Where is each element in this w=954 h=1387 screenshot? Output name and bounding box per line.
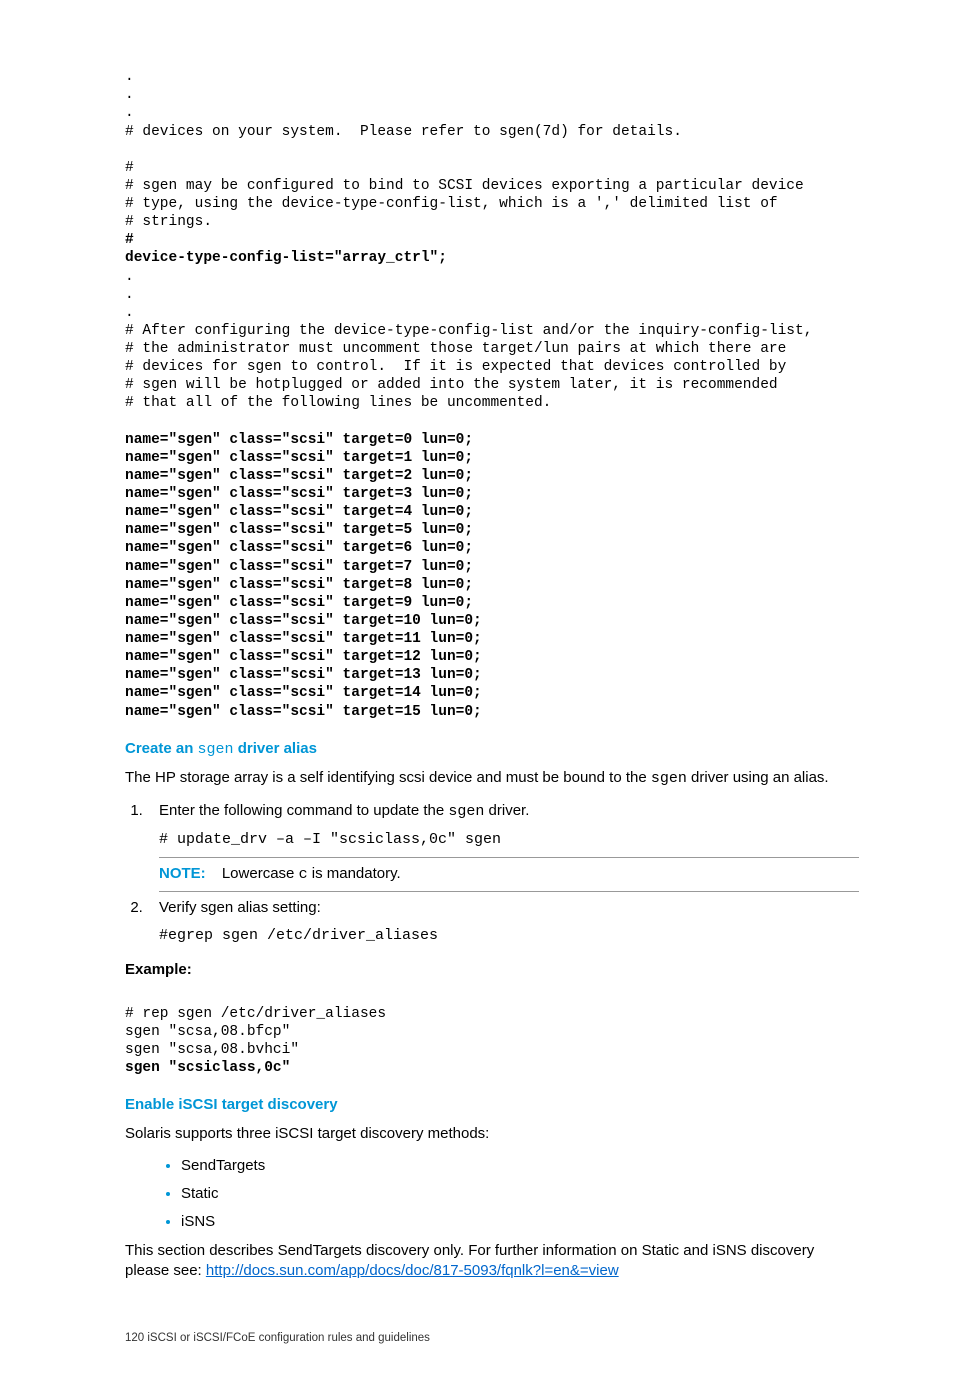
step-1: Enter the following command to update th… [147, 801, 859, 892]
bullet-sendtargets: SendTargets [181, 1156, 859, 1176]
note-label: NOTE: [159, 865, 206, 882]
heading-create-sgen-alias: Create an sgen driver alias [125, 739, 859, 760]
note-box: NOTE: Lowercase c is mandatory. [159, 857, 859, 892]
config-code-block: . . . # devices on your system. Please r… [125, 50, 859, 721]
command-update-drv: # update_drv –a –I "scsiclass,0c" sgen [159, 830, 859, 850]
command-egrep: #egrep sgen /etc/driver_aliases [159, 926, 859, 946]
page-footer: 120 iSCSI or iSCSI/FCoE configuration ru… [125, 1331, 859, 1347]
example-label: Example: [125, 960, 859, 980]
paragraph-sendtargets: This section describes SendTargets disco… [125, 1241, 859, 1282]
docs-link[interactable]: http://docs.sun.com/app/docs/doc/817-509… [206, 1262, 619, 1279]
paragraph-discovery-methods: Solaris supports three iSCSI target disc… [125, 1124, 859, 1144]
paragraph-intro-alias: The HP storage array is a self identifyi… [125, 768, 859, 789]
bullet-list-methods: SendTargets Static iSNS [125, 1156, 859, 1233]
bullet-static: Static [181, 1184, 859, 1204]
steps-list: Enter the following command to update th… [125, 801, 859, 946]
bullet-isns: iSNS [181, 1212, 859, 1232]
heading-enable-iscsi: Enable iSCSI target discovery [125, 1095, 859, 1115]
example-code-block: # rep sgen /etc/driver_aliases sgen "scs… [125, 987, 859, 1078]
step-2: Verify sgen alias setting: #egrep sgen /… [147, 898, 859, 947]
